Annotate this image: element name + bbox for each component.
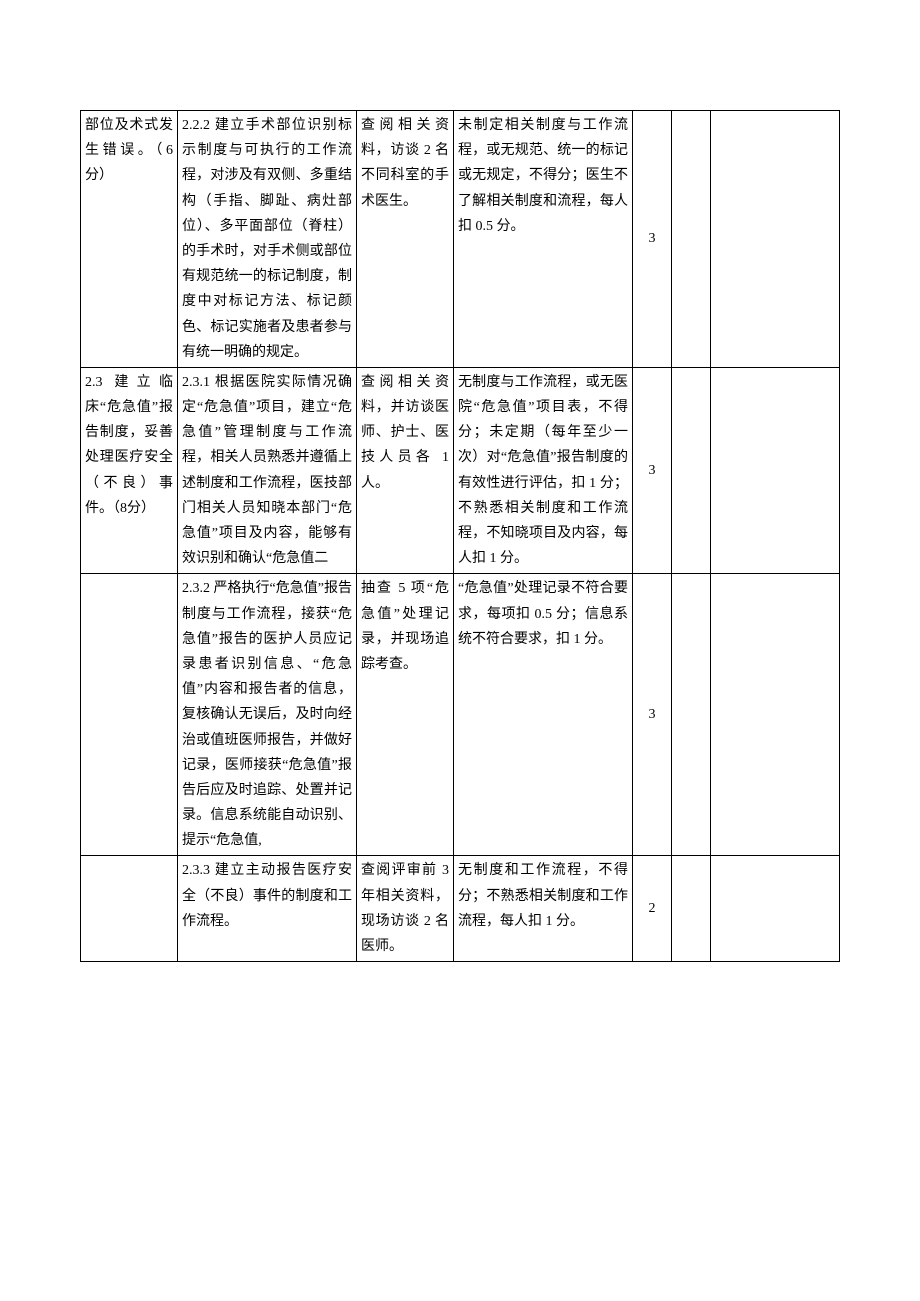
cell-blank [711, 856, 840, 962]
table-row: 部位及术式发生错误。（6 分） 2.2.2 建立手术部位识别标示制度与可执行的工… [81, 111, 840, 368]
cell-blank [672, 856, 711, 962]
cell-criteria: “危急值”处理记录不符合要求，每项扣 0.5 分；信息系统不符合要求，扣 1 分… [454, 574, 633, 856]
cell-score: 2 [633, 856, 672, 962]
cell-criteria: 无制度和工作流程，不得分；不熟悉相关制度和工作流程，每人扣 1 分。 [454, 856, 633, 962]
cell-item [81, 574, 178, 856]
cell-score: 3 [633, 111, 672, 368]
cell-standard: 2.3.2 严格执行“危急值”报告制度与工作流程，接获“危急值”报告的医护人员应… [178, 574, 357, 856]
cell-item: 2.3 建立临床“危急值”报告制度，妥善处理医疗安全（不良）事件。（8分） [81, 367, 178, 574]
cell-method: 抽查 5 项“危急值”处理记录，并现场追踪考查。 [357, 574, 454, 856]
cell-blank [711, 367, 840, 574]
table-row: 2.3 建立临床“危急值”报告制度，妥善处理医疗安全（不良）事件。（8分） 2.… [81, 367, 840, 574]
cell-blank [711, 111, 840, 368]
cell-item [81, 856, 178, 962]
cell-standard: 2.2.2 建立手术部位识别标示制度与可执行的工作流程，对涉及有双侧、多重结构（… [178, 111, 357, 368]
cell-blank [672, 574, 711, 856]
cell-score: 3 [633, 574, 672, 856]
cell-standard: 2.3.1 根据医院实际情况确定“危急值”项目，建立“危急值”管理制度与工作流程… [178, 367, 357, 574]
cell-criteria: 未制定相关制度与工作流程，或无规范、统一的标记或无规定，不得分；医生不了解相关制… [454, 111, 633, 368]
table-row: 2.3.2 严格执行“危急值”报告制度与工作流程，接获“危急值”报告的医护人员应… [81, 574, 840, 856]
cell-criteria: 无制度与工作流程，或无医院“危急值”项目表，不得分；未定期（每年至少一次）对“危… [454, 367, 633, 574]
cell-standard: 2.3.3 建立主动报告医疗安全（不良）事件的制度和工作流程。 [178, 856, 357, 962]
cell-method: 查阅相关资料，访谈 2 名不同科室的手术医生。 [357, 111, 454, 368]
cell-score: 3 [633, 367, 672, 574]
cell-blank [672, 111, 711, 368]
cell-method: 查阅相关资料，并访谈医师、护士、医技人员各 1 人。 [357, 367, 454, 574]
cell-method: 查阅评审前 3 年相关资料，现场访谈 2 名医师。 [357, 856, 454, 962]
evaluation-table: 部位及术式发生错误。（6 分） 2.2.2 建立手术部位识别标示制度与可执行的工… [80, 110, 840, 962]
table-row: 2.3.3 建立主动报告医疗安全（不良）事件的制度和工作流程。 查阅评审前 3 … [81, 856, 840, 962]
document-page: 部位及术式发生错误。（6 分） 2.2.2 建立手术部位识别标示制度与可执行的工… [80, 110, 840, 962]
cell-blank [672, 367, 711, 574]
cell-item: 部位及术式发生错误。（6 分） [81, 111, 178, 368]
cell-blank [711, 574, 840, 856]
